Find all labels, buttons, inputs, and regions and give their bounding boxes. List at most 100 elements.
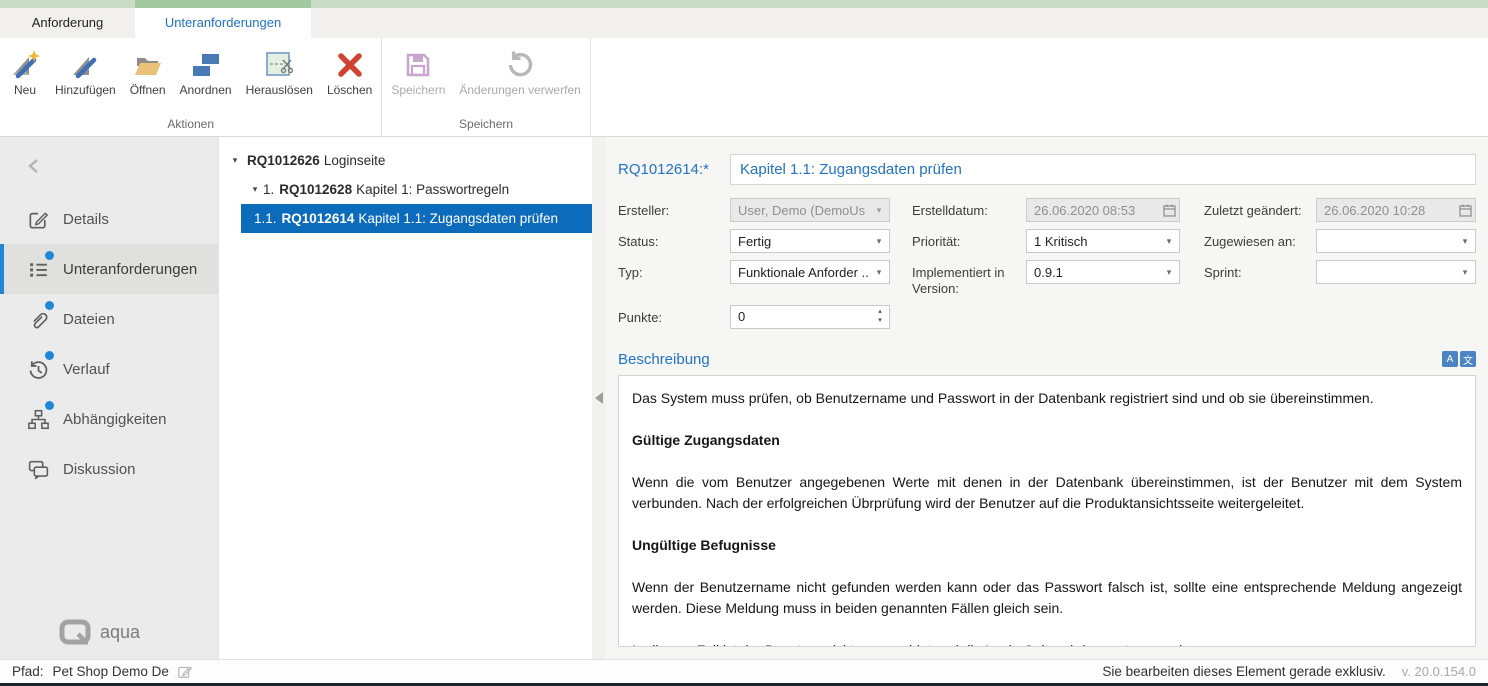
extract-scissors-icon [263, 47, 295, 83]
select-value: 0.9.1 [1027, 265, 1159, 280]
prioritaet-select[interactable]: 1 Kritisch ▾ [1026, 229, 1180, 253]
path-value: Pet Shop Demo De [53, 664, 169, 679]
tree-expand-icon[interactable]: ▾ [247, 184, 263, 195]
description-paragraph: Wenn der Benutzername nicht gefunden wer… [632, 577, 1462, 619]
window-top-accent [0, 0, 1488, 8]
loeschen-button-label: Löschen [327, 83, 372, 97]
form-row-2: Status: Fertig ▾ Priorität: 1 Kritisch ▾… [618, 229, 1476, 253]
tree-expand-icon[interactable]: ▾ [227, 155, 243, 166]
chevron-down-icon: ▾ [869, 236, 889, 247]
typ-label: Typ: [618, 260, 730, 281]
ribbon-group-aktionen: Neu Hinzufügen Öffnen [0, 38, 381, 136]
sidebar-item-label: Unteranforderungen [63, 261, 197, 278]
ribbon-group-speichern: Speichern Änderungen verwerfen Speichern [381, 38, 590, 136]
punkte-stepper[interactable]: 0 ▴ ▾ [730, 305, 890, 329]
ersteller-select[interactable]: User, Demo (DemoUs ... ▾ [730, 198, 890, 222]
stepper-down-icon[interactable]: ▾ [878, 318, 882, 324]
tree-item-title: Loginseite [324, 153, 386, 168]
aktionen-buttons: Neu Hinzufügen Öffnen [2, 40, 379, 115]
notification-dot [45, 351, 54, 360]
version-label: Implementiert in Version: [912, 260, 1026, 298]
path-label: Pfad: [12, 664, 44, 679]
sidebar-item-diskussion[interactable]: Diskussion [0, 444, 218, 494]
status-label: Status: [618, 229, 730, 250]
panel-splitter[interactable] [592, 137, 605, 659]
sprint-select[interactable]: ▾ [1316, 260, 1476, 284]
version-select[interactable]: 0.9.1 ▾ [1026, 260, 1180, 284]
tree-item-rq1012614-selected[interactable]: 1.1. RQ1012614 Kapitel 1.1: Zugangsdaten… [241, 204, 592, 233]
undo-changes-icon [504, 47, 536, 83]
chat-bubbles-icon [26, 457, 50, 481]
speichern-buttons: Speichern Änderungen verwerfen [384, 40, 587, 115]
tab-anforderung[interactable]: Anforderung [0, 8, 135, 38]
add-requirement-icon [69, 47, 101, 83]
stepper-value: 0 [731, 309, 871, 324]
sidebar-item-label: Verlauf [63, 361, 110, 378]
group-label-aktionen: Aktionen [2, 115, 379, 136]
status-select[interactable]: Fertig ▾ [730, 229, 890, 253]
ribbon-toolbar: Neu Hinzufügen Öffnen [0, 38, 1488, 137]
speichern-button[interactable]: Speichern [384, 44, 452, 100]
verwerfen-button[interactable]: Änderungen verwerfen [452, 44, 587, 100]
title-row: RQ1012614:* [618, 154, 1476, 185]
chevron-down-icon: ▾ [869, 267, 889, 278]
oeffnen-button[interactable]: Öffnen [123, 44, 173, 100]
app-window: Anforderung Unteranforderungen Neu Hinzu… [0, 0, 1488, 686]
punkte-label: Punkte: [618, 305, 730, 326]
subrequirements-list-icon [26, 257, 50, 281]
sidebar-item-details[interactable]: Details [0, 194, 218, 244]
version-cell: Implementiert in Version: 0.9.1 ▾ [912, 260, 1180, 298]
chevron-down-icon: ▾ [1455, 236, 1475, 247]
sidebar-collapse-button[interactable] [0, 137, 218, 194]
zugewiesen-cell: Zugewiesen an: ▾ [1204, 229, 1476, 253]
splitter-collapse-icon[interactable] [595, 392, 603, 404]
sidebar-item-abhaengigkeiten[interactable]: Abhängigkeiten [0, 394, 218, 444]
erstelldatum-field[interactable]: 26.06.2020 08:53 [1026, 198, 1180, 222]
tab-unteranforderungen[interactable]: Unteranforderungen [135, 8, 311, 38]
app-version: v. 20.0.154.0 [1402, 664, 1476, 679]
tree-item-number: 1.1. [254, 211, 277, 226]
sidebar-item-verlauf[interactable]: Verlauf [0, 344, 218, 394]
hinzufuegen-button-label: Hinzufügen [55, 83, 116, 97]
tree-item-rq1012628[interactable]: ▾ 1. RQ1012628 Kapitel 1: Passwortregeln [219, 175, 592, 204]
date-value: 26.06.2020 08:53 [1027, 203, 1159, 218]
ersteller-label: Ersteller: [618, 198, 730, 219]
description-header-row: Beschreibung A 文 [618, 351, 1476, 368]
sprint-cell: Sprint: ▾ [1204, 260, 1476, 284]
status-bar: Pfad: Pet Shop Demo De Sie bearbeiten di… [0, 659, 1488, 683]
anordnen-button-label: Anordnen [180, 83, 232, 97]
herausloesen-button[interactable]: Herauslösen [239, 44, 320, 100]
sidebar-item-label: Details [63, 211, 109, 228]
geaendert-cell: Zuletzt geändert: 26.06.2020 10:28 [1204, 198, 1476, 222]
description-paragraph: Das System muss prüfen, ob Benutzername … [632, 388, 1462, 409]
arrange-rectangles-icon [190, 47, 222, 83]
new-requirement-wand-icon [9, 47, 41, 83]
loeschen-button[interactable]: Löschen [320, 44, 379, 100]
erstelldatum-cell: Erstelldatum: 26.06.2020 08:53 [912, 198, 1180, 222]
zugewiesen-label: Zugewiesen an: [1204, 229, 1316, 250]
title-input[interactable] [730, 154, 1476, 185]
hinzufuegen-button[interactable]: Hinzufügen [48, 44, 123, 100]
sidebar-item-label: Dateien [63, 311, 115, 328]
sidebar-item-dateien[interactable]: Dateien [0, 294, 218, 344]
typ-select[interactable]: Funktionale Anforder ... ▾ [730, 260, 890, 284]
tree-item-rq1012626[interactable]: ▾ RQ1012626 Loginseite [219, 146, 592, 175]
sidebar-item-label: Abhängigkeiten [63, 411, 166, 428]
main-area: Details Unteranforderungen Dateien [0, 137, 1488, 659]
geaendert-field[interactable]: 26.06.2020 10:28 [1316, 198, 1476, 222]
neu-button[interactable]: Neu [2, 44, 48, 100]
status-right: Sie bearbeiten dieses Element gerade exk… [1102, 664, 1476, 679]
description-editor[interactable]: Das System muss prüfen, ob Benutzername … [618, 375, 1476, 648]
zugewiesen-select[interactable]: ▾ [1316, 229, 1476, 253]
translate-icon[interactable]: A 文 [1442, 351, 1476, 367]
description-paragraph: In diesem Fall ist der Benutzer nicht an… [632, 640, 1462, 648]
edit-path-icon[interactable] [177, 664, 193, 680]
edit-details-icon [26, 207, 50, 231]
left-sidebar: Details Unteranforderungen Dateien [0, 137, 218, 659]
sidebar-item-unteranforderungen[interactable]: Unteranforderungen [0, 244, 218, 294]
anordnen-button[interactable]: Anordnen [173, 44, 239, 100]
stepper-buttons[interactable]: ▴ ▾ [871, 309, 889, 324]
stepper-up-icon[interactable]: ▴ [878, 309, 882, 315]
ribbon-tab-bar: Anforderung Unteranforderungen [0, 8, 1488, 38]
tree-item-id: RQ1012614 [282, 211, 355, 226]
